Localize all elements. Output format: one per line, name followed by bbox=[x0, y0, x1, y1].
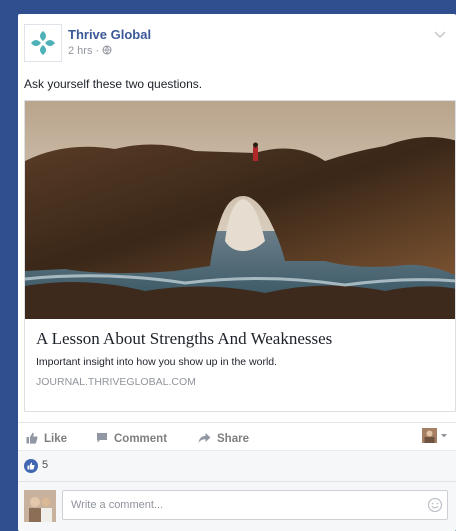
link-preview-card[interactable]: A Lesson About Strengths And Weaknesses … bbox=[24, 100, 456, 412]
link-domain: JOURNAL.THRIVEGLOBAL.COM bbox=[36, 376, 196, 388]
post-text: Ask yourself these two questions. bbox=[24, 77, 203, 91]
comment-button[interactable]: Comment bbox=[96, 432, 167, 445]
post-header: Thrive Global 2 hrs · bbox=[18, 14, 456, 70]
comment-icon bbox=[97, 433, 107, 443]
post-time[interactable]: 2 hrs bbox=[68, 45, 92, 57]
link-title[interactable]: A Lesson About Strengths And Weaknesses bbox=[36, 329, 332, 349]
post-actions-bar: Like Comment Share bbox=[18, 422, 456, 449]
smiley-icon[interactable] bbox=[427, 497, 443, 513]
facebook-post-card: Thrive Global 2 hrs · Ask yourself these… bbox=[18, 14, 456, 531]
globe-icon bbox=[102, 45, 112, 55]
like-label: Like bbox=[44, 433, 68, 445]
link-preview-image bbox=[25, 101, 455, 319]
commenter-avatar bbox=[24, 490, 56, 522]
page-name-link[interactable]: Thrive Global bbox=[68, 27, 151, 42]
share-button[interactable]: Share bbox=[198, 432, 249, 445]
chevron-down-icon[interactable] bbox=[434, 28, 446, 42]
reaction-count[interactable]: 5 bbox=[42, 459, 48, 471]
like-button[interactable]: Like bbox=[26, 432, 67, 445]
thumbs-up-icon bbox=[26, 432, 38, 444]
user-avatar-small bbox=[422, 428, 447, 443]
link-description: Important insight into how you show up i… bbox=[36, 356, 278, 368]
comment-placeholder: Write a comment... bbox=[71, 499, 164, 511]
comment-input[interactable]: Write a comment... bbox=[62, 490, 448, 520]
share-label: Share bbox=[217, 433, 249, 445]
meta-separator: · bbox=[95, 45, 100, 57]
like-thumb-icon bbox=[24, 459, 38, 473]
audience-selector[interactable] bbox=[422, 427, 450, 445]
thrive-logo-icon bbox=[31, 31, 55, 55]
share-arrow-icon bbox=[198, 433, 211, 443]
page-avatar[interactable] bbox=[24, 24, 62, 62]
post-meta: 2 hrs · bbox=[68, 45, 112, 57]
reactions-summary[interactable]: 5 bbox=[18, 450, 456, 481]
comment-label: Comment bbox=[114, 433, 168, 445]
comment-composer: Write a comment... bbox=[18, 481, 456, 531]
